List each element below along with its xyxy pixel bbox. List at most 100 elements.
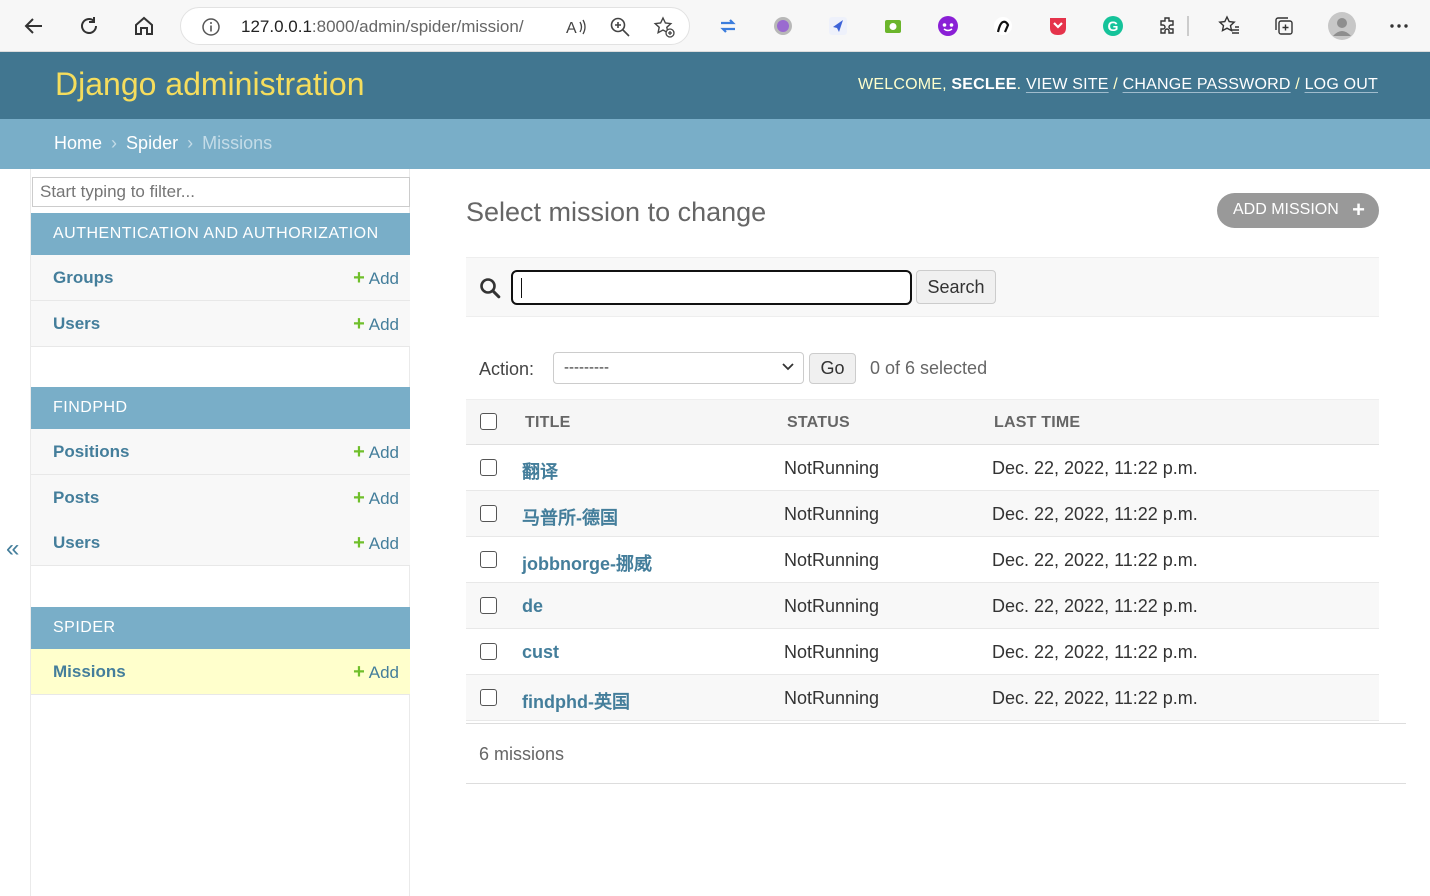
favorite-add-icon[interactable]: [653, 16, 675, 38]
mission-last-time: Dec. 22, 2022, 11:22 p.m.: [992, 504, 1198, 524]
url-path: :8000/admin/spider/mission/: [311, 17, 524, 36]
mission-title-link[interactable]: findphd-英国: [522, 688, 630, 714]
search-button[interactable]: Search: [916, 270, 996, 304]
action-selected-value: ---------: [564, 359, 609, 376]
add-link[interactable]: + Add: [353, 661, 399, 684]
breadcrumb-separator: ›: [187, 133, 194, 153]
chevron-down-icon: [780, 358, 796, 374]
url-text[interactable]: 127.0.0.1:8000/admin/spider/mission/: [241, 17, 524, 37]
app-caption-findphd[interactable]: FINDPHD: [31, 387, 410, 429]
sidebar-item-findphd-users[interactable]: Users + Add: [31, 520, 410, 566]
add-link[interactable]: + Add: [353, 441, 399, 464]
mission-status: NotRunning: [784, 504, 880, 524]
back-arrow-icon[interactable]: [19, 11, 49, 41]
log-out-link[interactable]: LOG OUT: [1305, 76, 1378, 93]
row-checkbox[interactable]: [480, 643, 497, 660]
mission-last-time: Dec. 22, 2022, 11:22 p.m.: [992, 642, 1198, 662]
row-checkbox[interactable]: [480, 597, 497, 614]
profile-avatar-icon[interactable]: [1327, 11, 1357, 41]
read-aloud-icon[interactable]: A: [565, 16, 587, 38]
sidebar-item-missions[interactable]: Missions + Add: [31, 649, 410, 695]
sidebar-item-groups[interactable]: Groups + Add: [31, 255, 410, 301]
plus-icon: +: [353, 267, 365, 289]
search-toolbar: Search: [466, 257, 1379, 317]
add-label: Add: [368, 443, 399, 462]
svg-text:G: G: [1108, 18, 1119, 34]
row-checkbox[interactable]: [480, 689, 497, 706]
home-icon[interactable]: [129, 11, 159, 41]
column-header-status[interactable]: STATUS: [787, 414, 850, 432]
extensions-icon[interactable]: [1156, 14, 1180, 38]
mission-status: NotRunning: [784, 550, 880, 570]
collections-icon[interactable]: [1272, 14, 1296, 38]
model-link[interactable]: Users: [53, 533, 100, 553]
add-link[interactable]: + Add: [353, 267, 399, 290]
camera-extension-icon[interactable]: [881, 14, 905, 38]
add-link[interactable]: + Add: [353, 313, 399, 336]
sidebar-item-users[interactable]: Users + Add: [31, 301, 410, 347]
go-button[interactable]: Go: [809, 353, 856, 384]
table-header: TITLE STATUS LAST TIME: [466, 399, 1379, 445]
more-options-icon[interactable]: [1387, 14, 1411, 38]
sidebar-item-posts[interactable]: Posts + Add: [31, 475, 410, 521]
mission-title-link[interactable]: 翻译: [522, 458, 558, 484]
zoom-icon[interactable]: [609, 16, 631, 38]
breadcrumb-app[interactable]: Spider: [126, 133, 178, 153]
refresh-icon[interactable]: [74, 11, 104, 41]
toggle-nav-sidebar[interactable]: «: [6, 535, 19, 563]
row-checkbox[interactable]: [480, 459, 497, 476]
app-caption-spider[interactable]: SPIDER: [31, 607, 410, 649]
face-extension-icon[interactable]: [936, 14, 960, 38]
sync-extension-icon[interactable]: [716, 14, 740, 38]
arrow-extension-icon[interactable]: [826, 14, 850, 38]
address-bar[interactable]: 127.0.0.1:8000/admin/spider/mission/ A: [180, 7, 690, 45]
nav-filter-input[interactable]: [32, 177, 410, 207]
plus-icon: +: [353, 487, 365, 509]
text-caret: [521, 278, 522, 298]
model-link[interactable]: Groups: [53, 268, 113, 288]
mission-title-link[interactable]: jobbnorge-挪威: [522, 550, 652, 576]
table-row: de NotRunning Dec. 22, 2022, 11:22 p.m.: [466, 583, 1379, 629]
browser-toolbar: 127.0.0.1:8000/admin/spider/mission/ A G: [0, 0, 1430, 52]
select-all-checkbox[interactable]: [480, 413, 497, 430]
pocket-extension-icon[interactable]: [1046, 14, 1070, 38]
model-link[interactable]: Users: [53, 314, 100, 334]
site-branding[interactable]: Django administration: [55, 66, 365, 103]
change-password-link[interactable]: CHANGE PASSWORD: [1123, 76, 1291, 93]
mission-last-time: Dec. 22, 2022, 11:22 p.m.: [992, 550, 1198, 570]
column-header-last-time[interactable]: LAST TIME: [994, 414, 1080, 432]
model-link[interactable]: Positions: [53, 442, 130, 462]
toolbar-divider: [1187, 16, 1189, 36]
add-link[interactable]: + Add: [353, 532, 399, 555]
favorites-icon[interactable]: [1217, 14, 1241, 38]
model-link[interactable]: Posts: [53, 488, 99, 508]
column-header-title[interactable]: TITLE: [525, 414, 570, 432]
row-checkbox[interactable]: [480, 551, 497, 568]
circle-extension-icon[interactable]: [771, 14, 795, 38]
add-mission-label: ADD MISSION: [1233, 201, 1339, 218]
admin-header: Django administration WELCOME, SECLEE. V…: [0, 52, 1430, 119]
mission-title-link[interactable]: de: [522, 596, 543, 617]
grammarly-extension-icon[interactable]: G: [1101, 14, 1125, 38]
view-site-link[interactable]: VIEW SITE: [1026, 76, 1109, 93]
add-label: Add: [368, 489, 399, 508]
app-caption-auth[interactable]: AUTHENTICATION AND AUTHORIZATION: [31, 213, 410, 255]
mission-title-link[interactable]: 马普所-德国: [522, 504, 618, 530]
mission-title-link[interactable]: cust: [522, 642, 559, 663]
table-row: 马普所-德国 NotRunning Dec. 22, 2022, 11:22 p…: [466, 491, 1379, 537]
add-label: Add: [368, 663, 399, 682]
add-label: Add: [368, 269, 399, 288]
breadcrumb-home[interactable]: Home: [54, 133, 102, 153]
row-checkbox[interactable]: [480, 505, 497, 522]
sidebar-item-positions[interactable]: Positions + Add: [31, 429, 410, 475]
search-input[interactable]: [511, 270, 912, 305]
info-icon[interactable]: [201, 17, 221, 37]
action-select[interactable]: ---------: [553, 352, 804, 384]
plus-icon: +: [353, 532, 365, 554]
add-label: Add: [368, 534, 399, 553]
add-mission-button[interactable]: ADD MISSION +: [1217, 193, 1379, 228]
github-extension-icon[interactable]: [991, 14, 1015, 38]
breadcrumb-separator: ›: [111, 133, 118, 153]
add-link[interactable]: + Add: [353, 487, 399, 510]
model-link[interactable]: Missions: [53, 662, 126, 682]
